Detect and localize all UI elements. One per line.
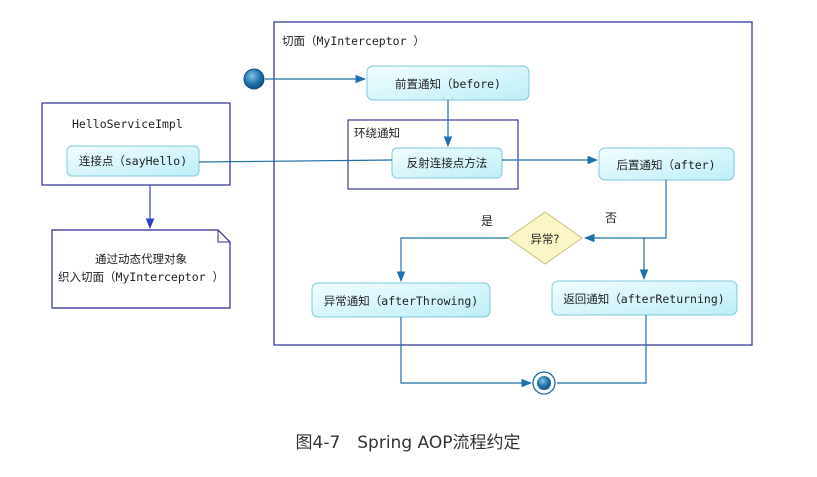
after-returning-label: 返回通知（afterReturning) [563, 292, 724, 306]
start-node [243, 68, 265, 90]
aop-flow-diagram: 切面（MyInterceptor ） HelloServiceImpl 连接点（… [41, 21, 753, 453]
after-throwing-label: 异常通知（afterThrowing) [324, 294, 478, 308]
joinpoint-node[interactable]: 连接点（sayHello) [66, 145, 200, 177]
note-line-2: 织入切面（MyInterceptor ） [58, 270, 224, 284]
after-advice-label: 后置通知（after) [616, 158, 715, 172]
end-node [532, 371, 556, 395]
after-throwing-node[interactable]: 异常通知（afterThrowing) [311, 282, 491, 318]
before-advice-label: 前置通知（before) [395, 77, 501, 91]
figure-caption: 图4-7 Spring AOP流程约定 [296, 433, 521, 453]
aspect-title: 切面（MyInterceptor ） [282, 34, 425, 48]
reflect-method-label: 反射连接点方法 [407, 156, 488, 170]
note-box: 通过动态代理对象 织入切面（MyInterceptor ） [51, 229, 231, 309]
after-advice-node[interactable]: 后置通知（after) [598, 147, 735, 181]
decision-label: 异常? [530, 232, 559, 246]
note-line-1: 通过动态代理对象 [95, 252, 187, 266]
yes-label: 是 [481, 214, 493, 228]
reflect-method-node[interactable]: 反射连接点方法 [391, 147, 503, 179]
after-returning-node[interactable]: 返回通知（afterReturning) [551, 280, 738, 316]
joinpoint-label: 连接点（sayHello) [79, 154, 187, 168]
before-advice-node[interactable]: 前置通知（before) [366, 65, 530, 101]
no-label: 否 [605, 211, 617, 225]
target-title: HelloServiceImpl [72, 117, 183, 131]
around-advice-label: 环绕通知 [354, 126, 400, 140]
